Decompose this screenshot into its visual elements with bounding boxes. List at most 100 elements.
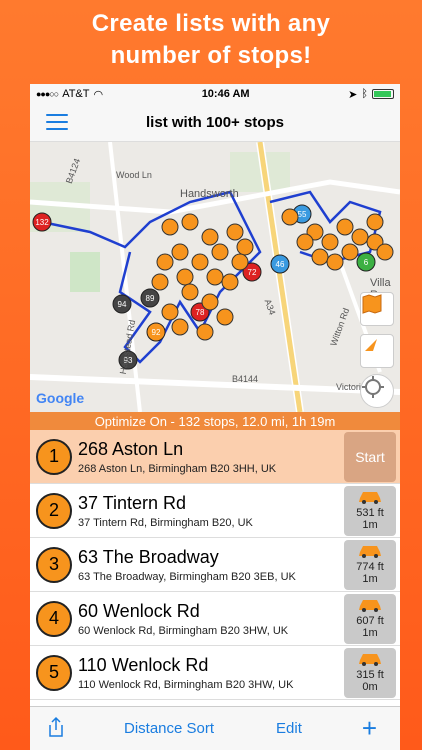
stop-distance: 531 ft [356,507,384,519]
stop-row-2[interactable]: 2 37 Tintern Rd 37 Tintern Rd, Birmingha… [30,484,400,538]
distance-sort-button[interactable]: Distance Sort [124,720,214,737]
map-pin-132[interactable]: 132 [32,212,52,232]
share-icon[interactable] [46,716,66,742]
car-icon [359,546,381,558]
map-pin-cluster[interactable] [201,228,219,246]
map-pin-cluster[interactable] [156,253,174,271]
stop-number: 2 [36,492,72,529]
drive-button[interactable]: 607 ft 1m [344,593,396,644]
map-pin-cluster[interactable] [311,248,329,266]
map-pin-cluster[interactable] [196,323,214,341]
promo-line-2: number of stops! [110,42,312,69]
map-pin-cluster[interactable] [321,233,339,251]
svg-text:94: 94 [118,300,127,309]
stop-distance: 607 ft [356,615,384,627]
map-pin-cluster[interactable] [161,303,179,321]
menu-icon[interactable] [46,114,68,132]
svg-text:72: 72 [248,268,257,277]
svg-text:55: 55 [298,210,307,219]
route-summary-banner: Optimize On - 132 stops, 12.0 mi, 1h 19m [30,412,400,430]
map-pin-cluster[interactable] [211,243,229,261]
map-pin-cluster[interactable] [351,228,369,246]
map-pin-cluster[interactable] [376,243,394,261]
stop-number: 4 [36,600,72,637]
stop-time: 1m [362,573,378,585]
map-label-victoria: Victori [336,382,361,392]
map-pin-cluster[interactable] [176,268,194,286]
stop-address: 60 Wenlock Rd, Birmingham B20 3HW, UK [78,625,289,637]
stop-time: 1m [362,627,378,639]
signal-icon: ●●●○○ [36,89,59,99]
status-time: 10:46 AM [201,88,250,100]
navigate-icon[interactable] [360,334,394,368]
map-pin-cluster[interactable] [161,218,179,236]
svg-text:46: 46 [276,260,285,269]
stop-address: 63 The Broadway, Birmingham B20 3EB, UK [78,571,296,583]
phone-screen: ●●●○○ AT&T ◠ 10:46 AM ➤ ᛒ list with 100+… [30,84,400,750]
drive-button[interactable]: 774 ft 1m [344,539,396,590]
start-button[interactable]: Start [344,431,396,482]
stop-row-4[interactable]: 4 60 Wenlock Rd 60 Wenlock Rd, Birmingha… [30,592,400,646]
carrier-label: AT&T [62,88,90,100]
svg-text:89: 89 [146,294,155,303]
locate-icon[interactable] [360,374,394,408]
map-pin-6[interactable]: 6 [356,252,376,272]
map-pin-cluster[interactable] [326,253,344,271]
map-pin-cluster[interactable] [296,233,314,251]
map-pin-cluster[interactable] [201,293,219,311]
map-pin-46[interactable]: 46 [270,254,290,274]
map-pin-cluster[interactable] [171,243,189,261]
map-pin-cluster[interactable] [341,243,359,261]
stop-time: 0m [362,681,378,693]
map-pin-cluster[interactable] [151,273,169,291]
stop-title: 60 Wenlock Rd [78,601,200,621]
stop-row-5[interactable]: 5 110 Wenlock Rd 110 Wenlock Rd, Birming… [30,646,400,700]
stop-number: 5 [36,654,72,691]
map-canvas: 1329392948978725546 6 [30,142,400,412]
map-layers-icon[interactable] [360,292,394,326]
map-pin-cluster[interactable] [236,238,254,256]
navigation-bar: list with 100+ stops [30,104,400,142]
map-pin-cluster[interactable] [171,318,189,336]
route-map[interactable]: 132 93 92 94 89 78 72 55 46 6 B4124 Wood Ln Hands… [30,142,400,412]
stop-distance: 315 ft [356,669,384,681]
map-pin-cluster[interactable] [226,223,244,241]
stop-distance: 774 ft [356,561,384,573]
drive-button[interactable]: 315 ft 0m [344,647,396,698]
stop-title: 37 Tintern Rd [78,493,187,513]
wifi-icon: ◠ [93,88,104,101]
map-pin-cluster[interactable] [336,218,354,236]
stop-address: 37 Tintern Rd, Birmingham B20, UK [78,517,253,529]
map-pin-cluster[interactable] [221,273,239,291]
map-pin-92[interactable]: 92 [146,322,166,342]
edit-button[interactable]: Edit [276,720,302,737]
add-stop-button[interactable]: + [362,713,377,744]
battery-icon [372,89,394,99]
car-icon [359,600,381,612]
map-label-wood-ln: Wood Ln [116,170,152,180]
google-logo: Google [36,390,85,406]
map-pin-cluster[interactable] [366,213,384,231]
map-pin-cluster[interactable] [191,253,209,271]
map-pin-cluster[interactable] [181,213,199,231]
stop-row-1[interactable]: 1 268 Aston Ln 268 Aston Ln, Birmingham … [30,430,400,484]
location-icon: ➤ [348,88,358,101]
map-pin-cluster[interactable] [281,208,299,226]
car-icon [359,654,381,666]
page-title: list with 100+ stops [146,114,284,131]
drive-button[interactable]: 531 ft 1m [344,485,396,536]
map-pin-cluster[interactable] [216,308,234,326]
map-pin-89[interactable]: 89 [140,288,160,308]
stop-number: 1 [36,438,72,475]
map-pin-94[interactable]: 94 [112,294,132,314]
map-pin-cluster[interactable] [206,268,224,286]
bluetooth-icon: ᛒ [361,88,368,100]
stop-title: 63 The Broadway [78,547,219,567]
map-pin-cluster[interactable] [231,253,249,271]
stop-title: 268 Aston Ln [78,439,184,459]
stop-row-3[interactable]: 3 63 The Broadway 63 The Broadway, Birmi… [30,538,400,592]
promo-line-1: Create lists with any [91,10,331,37]
stop-address: 268 Aston Ln, Birmingham B20 3HH, UK [78,463,277,475]
map-label-b4144: B4144 [232,374,259,384]
map-pin-cluster[interactable] [181,283,199,301]
